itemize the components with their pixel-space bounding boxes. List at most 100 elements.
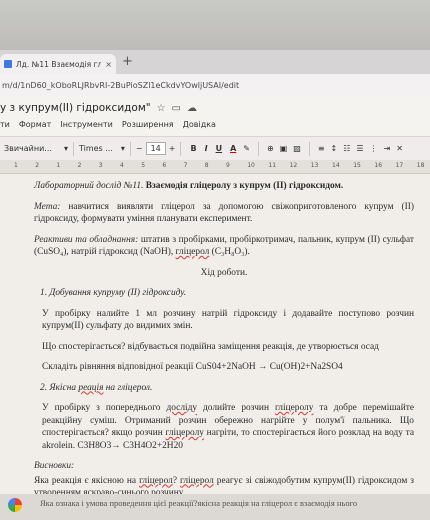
docs-header: у з купрум(II) гідроксидом" ☆ ▭ ☁ ти Фор… <box>0 96 430 136</box>
ruler-number: 4 <box>120 162 124 169</box>
bold-button[interactable]: B <box>190 144 196 153</box>
step2-text-a: У пробірку з попереднього <box>42 403 167 413</box>
bulleted-list-icon[interactable]: ☰ <box>356 144 363 153</box>
browser-tab[interactable]: Лд. №11 Взаємодія гліцеролу з × <box>0 54 116 74</box>
ruler[interactable]: 1212345678910111213141516171819 <box>0 160 430 174</box>
ruler-number: 3 <box>98 162 103 169</box>
text-color-button[interactable]: A <box>230 144 236 153</box>
ruler-number: 5 <box>141 162 146 169</box>
ruler-number: 9 <box>226 162 230 169</box>
ruler-number: 13 <box>310 162 319 169</box>
docs-icon <box>4 60 12 68</box>
concl-text-b: ? <box>172 475 181 486</box>
browser-tab-bar: Лд. №11 Взаємодія гліцеролу з × + <box>0 50 430 74</box>
lab-title: Лабораторний дослід №11. Взаємодія гліце… <box>34 180 414 193</box>
font-size-decrease-button[interactable]: − <box>136 144 143 153</box>
menu-item-format[interactable]: Формат <box>19 120 51 129</box>
indent-icon[interactable]: ⇥ <box>384 144 391 153</box>
ruler-number: 2 <box>35 162 40 169</box>
goal-text: навчитися виявляти гліцерол за допомогою… <box>34 201 414 225</box>
menu-item-view[interactable]: ти <box>0 120 10 129</box>
toolbar-divider <box>72 141 74 156</box>
ruler-number: 11 <box>268 162 277 169</box>
menu-item-tools[interactable]: Інструменти <box>60 120 113 129</box>
ruler-number: 1 <box>14 162 18 169</box>
close-icon[interactable]: × <box>105 60 116 69</box>
menu-item-extensions[interactable]: Розширення <box>122 120 174 129</box>
italic-button[interactable]: I <box>205 144 208 153</box>
star-icon[interactable]: ☆ <box>157 103 166 114</box>
new-tab-button[interactable]: + <box>122 54 133 70</box>
step2-text-b: долийте розчин <box>197 403 275 413</box>
ruler-number: 18 <box>416 162 425 169</box>
step1-heading: 1. Добування купруму (II) гідроксиду. <box>40 288 187 298</box>
spellcheck-word[interactable]: гліцерол <box>180 476 214 486</box>
spellcheck-word[interactable]: гліцеролу <box>165 428 203 438</box>
ruler-number: 8 <box>204 162 209 169</box>
font-size-increase-button[interactable]: + <box>169 144 176 153</box>
reagents-paragraph: Реактиви та обладнання: штатив з пробірк… <box>34 234 414 259</box>
toolbar-divider <box>257 141 259 156</box>
checklist-icon[interactable]: ☷ <box>343 144 350 153</box>
spellcheck-word[interactable]: реація <box>78 383 103 393</box>
formatting-toolbar: Звичайни... ▾ Times ... ▾ − 14 + B I U A… <box>0 136 430 160</box>
goal-label: Мета: <box>34 201 61 212</box>
bottom-overflow-text: Яка ознака і умова проведення цієї реакц… <box>40 498 358 508</box>
move-folder-icon[interactable]: ▭ <box>172 103 181 114</box>
line-spacing-icon[interactable]: ↕ <box>331 144 338 153</box>
spellcheck-word[interactable]: досліду <box>166 403 197 413</box>
menu-bar: ти Формат Інструменти Розширення Довідка <box>0 120 216 129</box>
step2-heading-1: 2. Якісна <box>40 382 79 393</box>
ruler-number: 10 <box>247 162 255 169</box>
step1-paragraph-3: Складіть рівняння відповідної реакції Cu… <box>42 362 343 372</box>
ruler-number: 17 <box>395 162 404 169</box>
clear-formatting-icon[interactable]: ✕ <box>396 144 403 153</box>
ruler-number: 15 <box>353 162 361 169</box>
concl-text-a: Яка реакція є якісною на <box>34 475 140 486</box>
spellcheck-word[interactable]: гліцеролу <box>275 403 313 413</box>
reagents-label: Реактиви та обладнання: <box>34 234 139 245</box>
goal-paragraph: Мета: навчитися виявляти гліцерол за доп… <box>34 201 414 226</box>
font-family-select[interactable]: Times ... ▾ <box>79 144 125 153</box>
tab-title: Лд. №11 Взаємодія гліцеролу з <box>16 59 102 69</box>
step1-paragraph-1: У пробірку налийте 1 мл розчину натрій г… <box>42 308 414 332</box>
toolbar-divider <box>129 141 131 156</box>
step2-paragraph: У пробірку з попереднього досліду долийт… <box>34 402 414 452</box>
ruler-number: 1 <box>56 162 61 169</box>
paragraph-style-label: Звичайни... <box>4 144 52 153</box>
menu-item-help[interactable]: Довідка <box>183 120 216 129</box>
cloud-status-icon[interactable]: ☁ <box>187 103 197 114</box>
ruler-number: 2 <box>77 162 82 169</box>
address-bar[interactable]: m/d/1nD60_kOboRLJRbvRI-2BuPioSZl1eCkdvYO… <box>0 74 430 96</box>
chevron-down-icon: ▾ <box>63 144 68 153</box>
taskbar: Яка ознака і умова проведення цієї реакц… <box>0 494 430 520</box>
conclusions-label: Висновки: <box>34 461 75 471</box>
align-icon[interactable]: ≡ <box>318 144 325 153</box>
ruler-number: 16 <box>374 162 383 169</box>
paragraph-style-select[interactable]: Звичайни... ▾ <box>4 144 68 153</box>
ruler-numbers: 1212345678910111213141516171819 <box>0 162 430 172</box>
font-size-input[interactable]: 14 <box>145 142 166 155</box>
document-page[interactable]: Лабораторний дослід №11. Взаємодія гліце… <box>0 174 430 498</box>
screen-top-edge <box>0 0 430 50</box>
step2-heading: 2. Якісна реація на гліцерол. <box>40 382 414 395</box>
reagents-text-2: (C₃H₈O₃). <box>209 247 250 257</box>
underline-button[interactable]: U <box>216 144 223 153</box>
ruler-number: 6 <box>162 162 167 169</box>
spellcheck-word[interactable]: гліцерол <box>139 476 173 486</box>
chrome-icon[interactable] <box>8 498 22 512</box>
link-icon[interactable]: ⊕ <box>267 144 274 153</box>
comment-icon[interactable]: ▣ <box>280 144 288 153</box>
progress-heading: Хід роботи. <box>200 267 248 278</box>
image-icon[interactable]: ▨ <box>293 144 301 153</box>
lab-title-prefix: Лабораторний дослід №11. <box>34 181 146 191</box>
ruler-number: 14 <box>332 162 340 169</box>
numbered-list-icon[interactable]: ⋮ <box>370 144 378 153</box>
step1-paragraph-2: Що спостерігається? відбувається подвійн… <box>42 341 379 352</box>
document-body[interactable]: Лабораторний дослід №11. Взаємодія гліце… <box>34 180 414 508</box>
spellcheck-word[interactable]: гліцерол <box>176 247 210 257</box>
ruler-number: 7 <box>183 162 188 169</box>
toolbar-divider <box>180 141 182 156</box>
doc-title[interactable]: у з купрум(II) гідроксидом" <box>0 102 151 114</box>
highlight-icon[interactable]: ✎ <box>243 144 250 153</box>
